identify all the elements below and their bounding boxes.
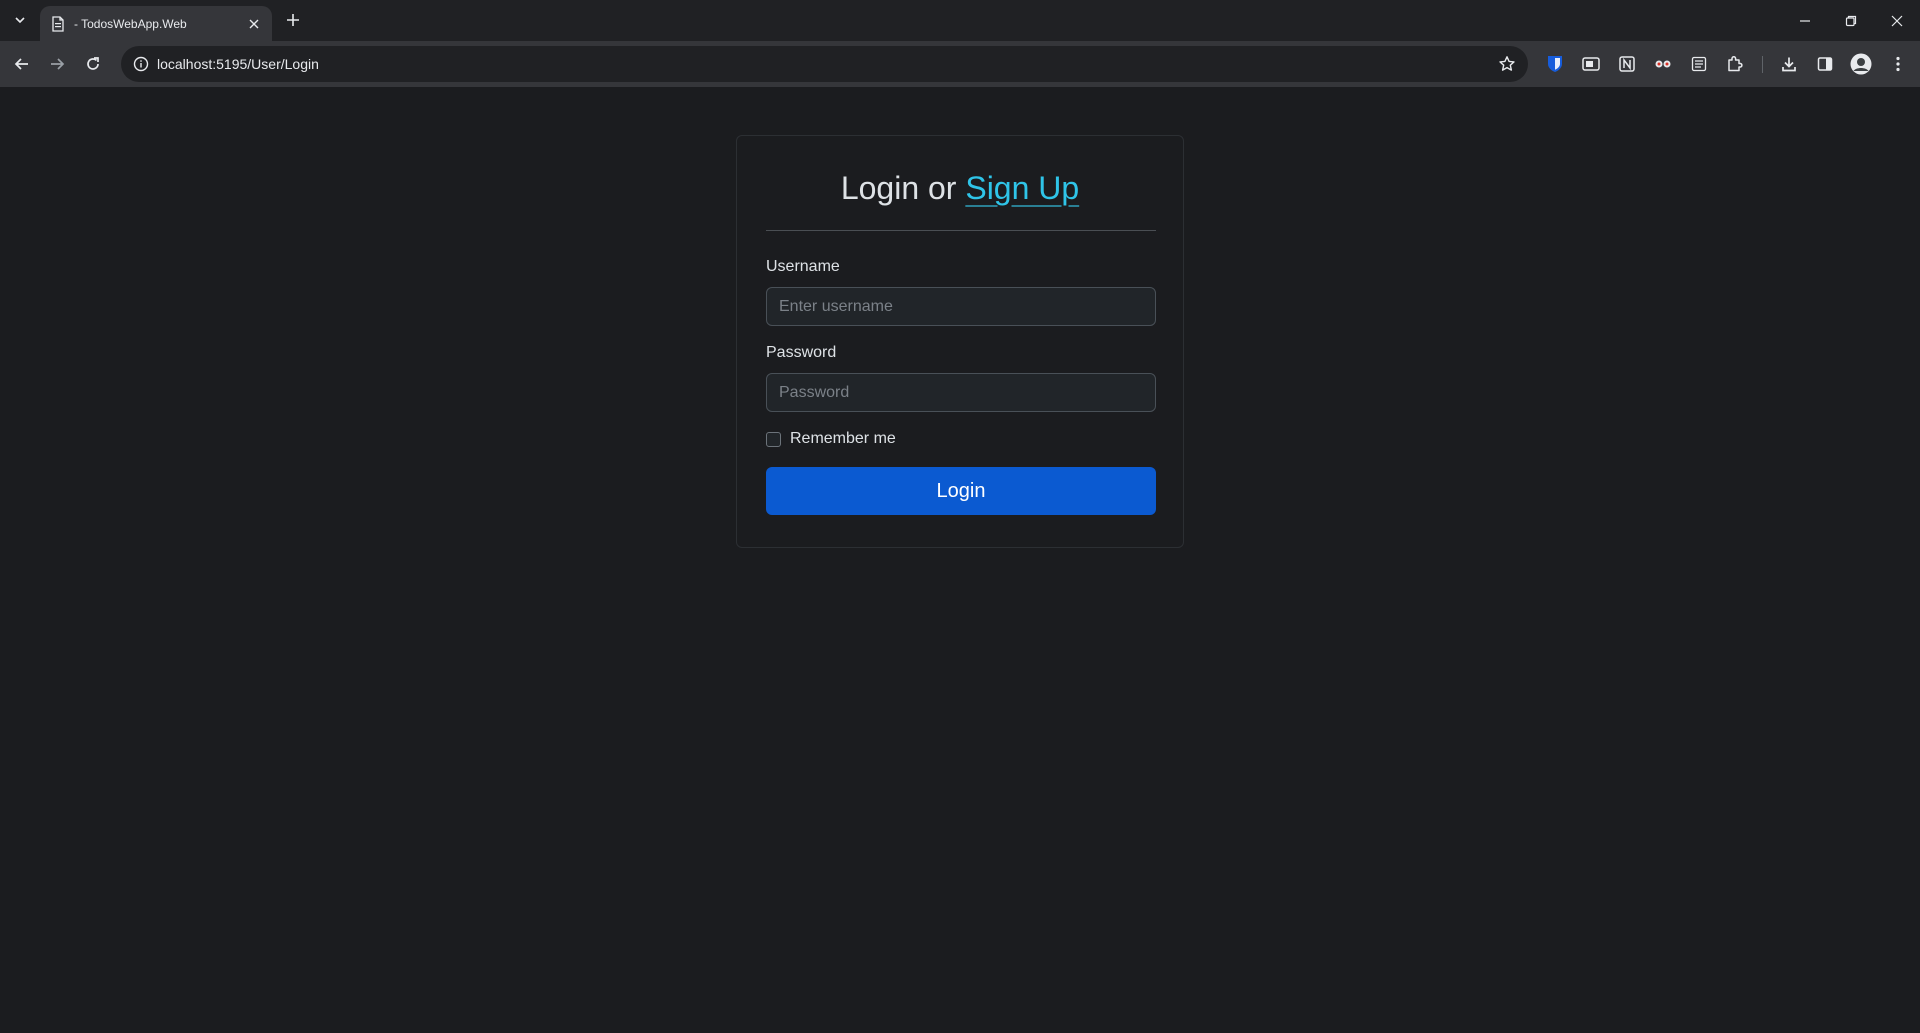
profile-avatar-icon[interactable] xyxy=(1849,52,1873,76)
signup-link[interactable]: Sign Up xyxy=(965,170,1079,206)
notion-extension-icon[interactable] xyxy=(1615,52,1639,76)
minimize-icon[interactable] xyxy=(1782,0,1828,41)
username-label: Username xyxy=(766,258,840,275)
page-content: Login or Sign Up Username Password Remem… xyxy=(0,87,1920,1033)
new-tab-icon[interactable] xyxy=(281,8,305,32)
bitwarden-extension-icon[interactable] xyxy=(1543,52,1567,76)
download-icon[interactable] xyxy=(1777,52,1801,76)
tab-search-icon[interactable] xyxy=(8,8,32,32)
browser-tabstrip: - TodosWebApp.Web xyxy=(0,0,1920,41)
password-label: Password xyxy=(766,344,837,361)
close-tab-icon[interactable] xyxy=(246,16,262,32)
tab-title: - TodosWebApp.Web xyxy=(74,16,187,31)
remember-me-row[interactable]: Remember me xyxy=(766,430,896,448)
login-button[interactable]: Login xyxy=(766,467,1156,515)
reload-icon[interactable] xyxy=(79,50,107,78)
password-input[interactable] xyxy=(766,373,1156,412)
address-bar[interactable]: localhost:5195/User/Login xyxy=(121,46,1528,82)
menu-kebab-icon[interactable] xyxy=(1886,52,1910,76)
toolbar-separator xyxy=(1762,56,1763,73)
forward-icon[interactable] xyxy=(43,50,71,78)
site-info-icon[interactable] xyxy=(129,52,153,76)
side-panel-icon[interactable] xyxy=(1813,52,1837,76)
glasses-extension-icon[interactable] xyxy=(1651,52,1675,76)
login-heading: Login or xyxy=(840,170,957,206)
bookmark-star-icon[interactable] xyxy=(1496,53,1518,75)
extension-icon[interactable] xyxy=(1579,52,1603,76)
page-title: Login or Sign Up xyxy=(737,170,1183,207)
page-favicon-icon xyxy=(50,15,66,32)
username-input[interactable] xyxy=(766,287,1156,326)
extensions-puzzle-icon[interactable] xyxy=(1723,52,1747,76)
restore-icon[interactable] xyxy=(1828,0,1874,41)
url-text: localhost:5195/User/Login xyxy=(157,56,319,72)
title-divider xyxy=(766,230,1156,231)
back-icon[interactable] xyxy=(8,50,36,78)
browser-toolbar: localhost:5195/User/Login xyxy=(0,41,1920,87)
remember-me-checkbox[interactable] xyxy=(766,431,781,447)
remember-me-label[interactable]: Remember me xyxy=(790,430,896,448)
browser-tab[interactable]: - TodosWebApp.Web xyxy=(40,6,272,41)
close-window-icon[interactable] xyxy=(1874,0,1920,41)
login-card: Login or Sign Up Username Password Remem… xyxy=(736,135,1184,548)
reader-extension-icon[interactable] xyxy=(1687,52,1711,76)
